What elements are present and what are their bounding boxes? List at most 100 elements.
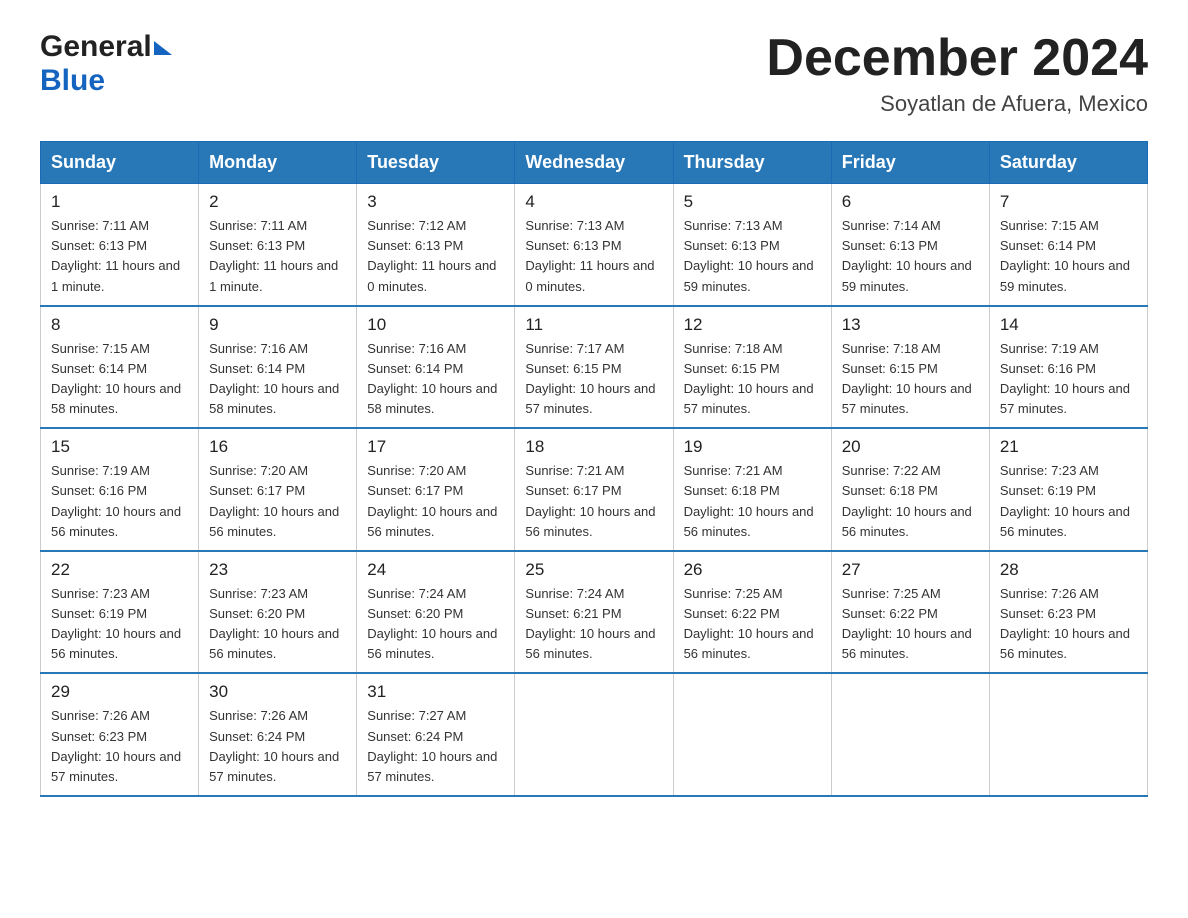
day-number: 3 [367,192,504,212]
logo: General Blue [40,30,172,98]
calendar-cell: 23 Sunrise: 7:23 AMSunset: 6:20 PMDaylig… [199,551,357,674]
title-block: December 2024 Soyatlan de Afuera, Mexico [766,30,1148,117]
day-info: Sunrise: 7:23 AMSunset: 6:19 PMDaylight:… [51,586,181,661]
day-info: Sunrise: 7:20 AMSunset: 6:17 PMDaylight:… [367,463,497,538]
day-info: Sunrise: 7:22 AMSunset: 6:18 PMDaylight:… [842,463,972,538]
day-info: Sunrise: 7:26 AMSunset: 6:23 PMDaylight:… [51,708,181,783]
month-year-title: December 2024 [766,30,1148,87]
day-info: Sunrise: 7:27 AMSunset: 6:24 PMDaylight:… [367,708,497,783]
day-number: 29 [51,682,188,702]
day-info: Sunrise: 7:23 AMSunset: 6:20 PMDaylight:… [209,586,339,661]
day-number: 27 [842,560,979,580]
location-subtitle: Soyatlan de Afuera, Mexico [766,91,1148,117]
day-info: Sunrise: 7:15 AMSunset: 6:14 PMDaylight:… [1000,218,1130,293]
calendar-cell [673,673,831,796]
day-info: Sunrise: 7:17 AMSunset: 6:15 PMDaylight:… [525,341,655,416]
day-number: 6 [842,192,979,212]
day-info: Sunrise: 7:26 AMSunset: 6:23 PMDaylight:… [1000,586,1130,661]
day-info: Sunrise: 7:25 AMSunset: 6:22 PMDaylight:… [842,586,972,661]
calendar-week-row: 22 Sunrise: 7:23 AMSunset: 6:19 PMDaylig… [41,551,1148,674]
day-info: Sunrise: 7:21 AMSunset: 6:17 PMDaylight:… [525,463,655,538]
calendar-cell [831,673,989,796]
calendar-cell: 16 Sunrise: 7:20 AMSunset: 6:17 PMDaylig… [199,428,357,551]
day-number: 16 [209,437,346,457]
logo-blue-text: Blue [40,64,105,98]
calendar-week-row: 29 Sunrise: 7:26 AMSunset: 6:23 PMDaylig… [41,673,1148,796]
day-info: Sunrise: 7:15 AMSunset: 6:14 PMDaylight:… [51,341,181,416]
calendar-cell: 18 Sunrise: 7:21 AMSunset: 6:17 PMDaylig… [515,428,673,551]
page-header: General Blue December 2024 Soyatlan de A… [40,30,1148,117]
calendar-cell: 26 Sunrise: 7:25 AMSunset: 6:22 PMDaylig… [673,551,831,674]
day-number: 13 [842,315,979,335]
header-wednesday: Wednesday [515,142,673,184]
calendar-header-row: SundayMondayTuesdayWednesdayThursdayFrid… [41,142,1148,184]
day-number: 11 [525,315,662,335]
calendar-cell [989,673,1147,796]
calendar-cell: 31 Sunrise: 7:27 AMSunset: 6:24 PMDaylig… [357,673,515,796]
day-number: 26 [684,560,821,580]
header-friday: Friday [831,142,989,184]
header-thursday: Thursday [673,142,831,184]
calendar-cell: 27 Sunrise: 7:25 AMSunset: 6:22 PMDaylig… [831,551,989,674]
calendar-table: SundayMondayTuesdayWednesdayThursdayFrid… [40,141,1148,797]
day-number: 15 [51,437,188,457]
day-info: Sunrise: 7:24 AMSunset: 6:21 PMDaylight:… [525,586,655,661]
calendar-cell: 19 Sunrise: 7:21 AMSunset: 6:18 PMDaylig… [673,428,831,551]
day-number: 25 [525,560,662,580]
day-number: 31 [367,682,504,702]
calendar-cell: 21 Sunrise: 7:23 AMSunset: 6:19 PMDaylig… [989,428,1147,551]
logo-triangle-icon [154,41,172,55]
calendar-cell: 22 Sunrise: 7:23 AMSunset: 6:19 PMDaylig… [41,551,199,674]
day-info: Sunrise: 7:21 AMSunset: 6:18 PMDaylight:… [684,463,814,538]
day-number: 22 [51,560,188,580]
day-number: 19 [684,437,821,457]
calendar-cell: 30 Sunrise: 7:26 AMSunset: 6:24 PMDaylig… [199,673,357,796]
day-number: 8 [51,315,188,335]
day-number: 18 [525,437,662,457]
day-info: Sunrise: 7:25 AMSunset: 6:22 PMDaylight:… [684,586,814,661]
day-number: 20 [842,437,979,457]
day-number: 14 [1000,315,1137,335]
day-info: Sunrise: 7:11 AMSunset: 6:13 PMDaylight:… [51,218,180,293]
calendar-cell: 3 Sunrise: 7:12 AMSunset: 6:13 PMDayligh… [357,184,515,306]
calendar-cell: 1 Sunrise: 7:11 AMSunset: 6:13 PMDayligh… [41,184,199,306]
day-info: Sunrise: 7:16 AMSunset: 6:14 PMDaylight:… [367,341,497,416]
day-number: 4 [525,192,662,212]
calendar-cell: 10 Sunrise: 7:16 AMSunset: 6:14 PMDaylig… [357,306,515,429]
calendar-cell: 25 Sunrise: 7:24 AMSunset: 6:21 PMDaylig… [515,551,673,674]
day-number: 10 [367,315,504,335]
header-tuesday: Tuesday [357,142,515,184]
day-number: 12 [684,315,821,335]
day-number: 2 [209,192,346,212]
calendar-cell: 2 Sunrise: 7:11 AMSunset: 6:13 PMDayligh… [199,184,357,306]
calendar-cell: 4 Sunrise: 7:13 AMSunset: 6:13 PMDayligh… [515,184,673,306]
day-info: Sunrise: 7:18 AMSunset: 6:15 PMDaylight:… [842,341,972,416]
day-number: 23 [209,560,346,580]
header-sunday: Sunday [41,142,199,184]
calendar-cell: 12 Sunrise: 7:18 AMSunset: 6:15 PMDaylig… [673,306,831,429]
calendar-cell: 13 Sunrise: 7:18 AMSunset: 6:15 PMDaylig… [831,306,989,429]
day-number: 7 [1000,192,1137,212]
day-number: 30 [209,682,346,702]
day-info: Sunrise: 7:19 AMSunset: 6:16 PMDaylight:… [51,463,181,538]
day-number: 9 [209,315,346,335]
day-info: Sunrise: 7:14 AMSunset: 6:13 PMDaylight:… [842,218,972,293]
calendar-cell: 11 Sunrise: 7:17 AMSunset: 6:15 PMDaylig… [515,306,673,429]
calendar-cell: 7 Sunrise: 7:15 AMSunset: 6:14 PMDayligh… [989,184,1147,306]
logo-general-text: General [40,30,152,64]
calendar-cell: 28 Sunrise: 7:26 AMSunset: 6:23 PMDaylig… [989,551,1147,674]
calendar-cell: 20 Sunrise: 7:22 AMSunset: 6:18 PMDaylig… [831,428,989,551]
calendar-cell: 14 Sunrise: 7:19 AMSunset: 6:16 PMDaylig… [989,306,1147,429]
day-number: 28 [1000,560,1137,580]
day-info: Sunrise: 7:19 AMSunset: 6:16 PMDaylight:… [1000,341,1130,416]
day-info: Sunrise: 7:18 AMSunset: 6:15 PMDaylight:… [684,341,814,416]
calendar-cell: 17 Sunrise: 7:20 AMSunset: 6:17 PMDaylig… [357,428,515,551]
calendar-cell: 24 Sunrise: 7:24 AMSunset: 6:20 PMDaylig… [357,551,515,674]
header-monday: Monday [199,142,357,184]
calendar-week-row: 1 Sunrise: 7:11 AMSunset: 6:13 PMDayligh… [41,184,1148,306]
calendar-cell: 5 Sunrise: 7:13 AMSunset: 6:13 PMDayligh… [673,184,831,306]
calendar-week-row: 8 Sunrise: 7:15 AMSunset: 6:14 PMDayligh… [41,306,1148,429]
calendar-week-row: 15 Sunrise: 7:19 AMSunset: 6:16 PMDaylig… [41,428,1148,551]
day-info: Sunrise: 7:23 AMSunset: 6:19 PMDaylight:… [1000,463,1130,538]
day-info: Sunrise: 7:24 AMSunset: 6:20 PMDaylight:… [367,586,497,661]
